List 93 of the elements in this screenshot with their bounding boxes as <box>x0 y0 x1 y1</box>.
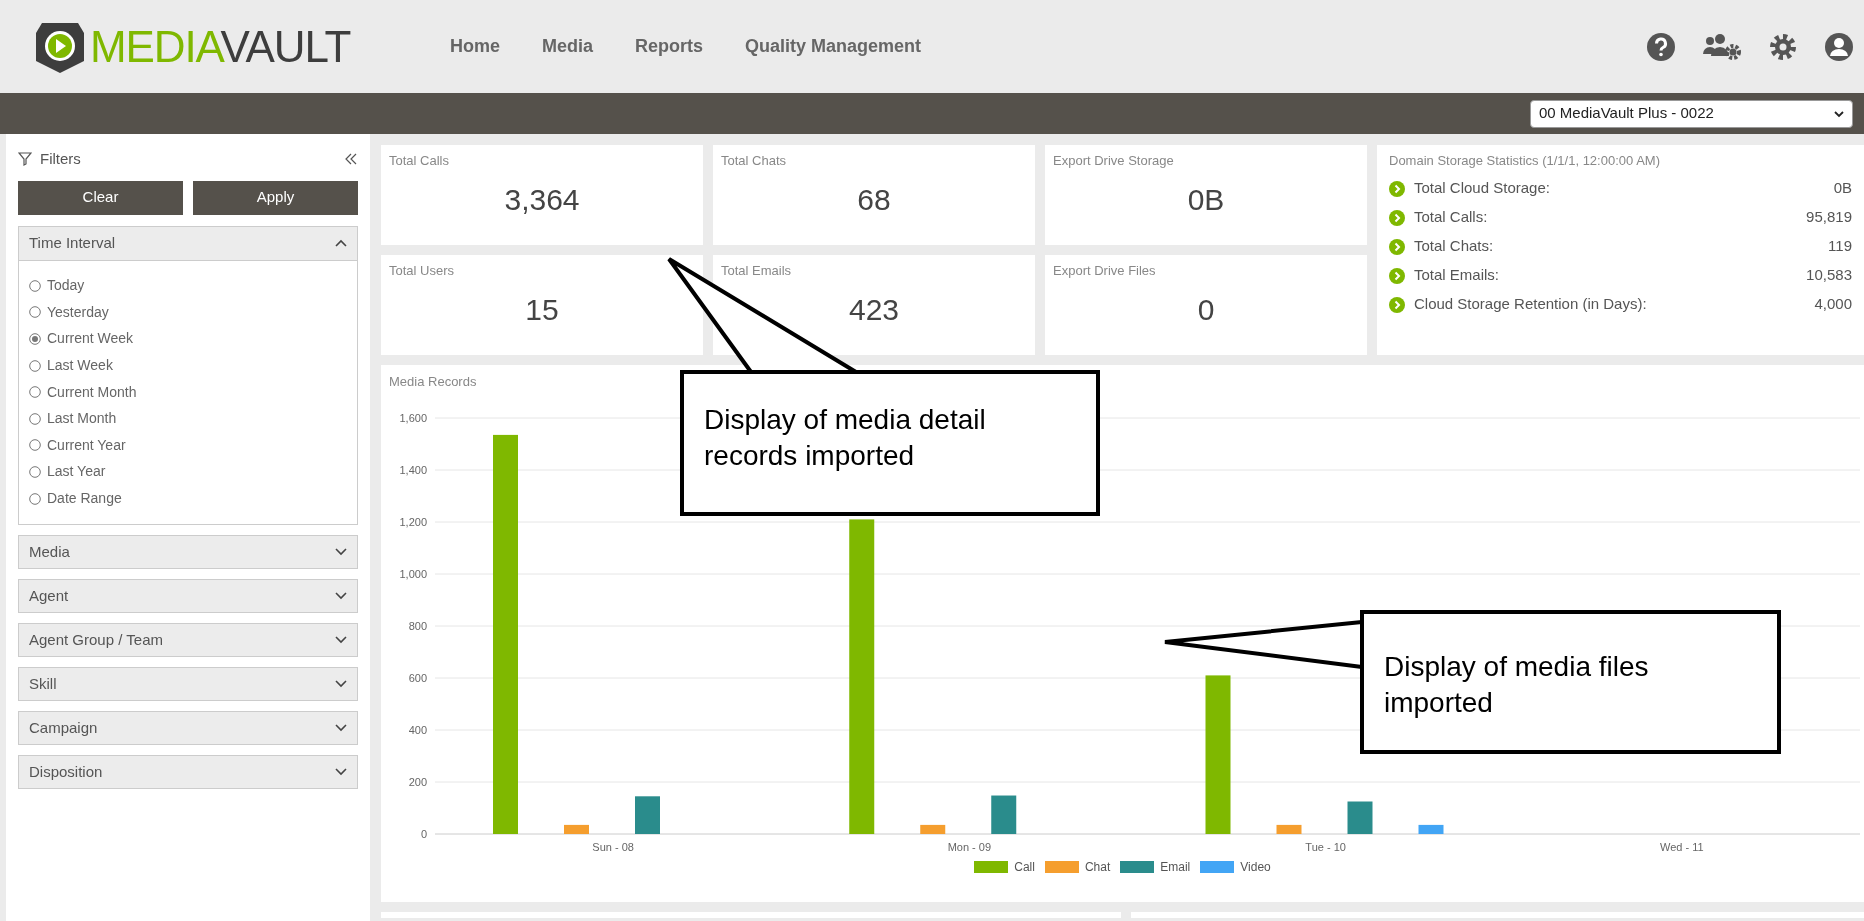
storage-label: Total Emails: <box>1414 265 1500 286</box>
axis-label: Sun - 08 <box>592 840 634 853</box>
filters-title: Filters <box>40 149 81 169</box>
callout-box: Display of media files imported <box>1360 610 1781 754</box>
accordion-header[interactable]: Skill <box>18 666 358 701</box>
accordion-header[interactable]: Disposition <box>18 754 358 789</box>
legend-label: Email <box>1160 858 1191 876</box>
chevron-bullet-icon <box>1389 209 1405 226</box>
stat-label: Total Calls <box>389 152 450 170</box>
chart-bar <box>991 795 1017 834</box>
storage-label: Total Chats: <box>1414 236 1494 257</box>
axis-label: Mon - 09 <box>947 840 992 853</box>
axis-label: 400 <box>408 723 427 736</box>
stat-value: 15 <box>524 291 560 328</box>
axis-label: Tue - 10 <box>1305 840 1346 853</box>
logo-text: MEDIAVAULT <box>90 24 351 69</box>
radio-option[interactable]: Yesterday <box>29 299 347 326</box>
help-icon[interactable] <box>1646 31 1676 62</box>
storage-label: Cloud Storage Retention (in Days): <box>1414 294 1647 315</box>
accordion-header[interactable]: Campaign <box>18 710 358 745</box>
axis-label: 1,600 <box>399 411 427 424</box>
legend-label: Chat <box>1084 858 1111 876</box>
stat-value: 3,364 <box>503 181 581 218</box>
legend-label: Video <box>1240 858 1271 876</box>
accordion-header[interactable]: Agent <box>18 578 358 613</box>
chevron-bullet-icon <box>1389 267 1405 284</box>
stat-label: Total Emails <box>721 262 793 280</box>
caret-icon <box>1834 109 1844 118</box>
settings-icon[interactable] <box>1768 31 1798 62</box>
radio-option[interactable]: Date Range <box>29 485 347 512</box>
chart-bar <box>635 795 660 834</box>
accordion-header[interactable]: Media <box>18 534 358 569</box>
axis-label: 600 <box>408 671 427 684</box>
radio-option[interactable]: Last Week <box>29 352 347 379</box>
chevron-down-icon <box>335 547 347 556</box>
axis-label: 1,000 <box>399 567 427 580</box>
radio-option[interactable]: Current Month <box>29 378 347 406</box>
users-gear-icon[interactable] <box>1702 31 1742 62</box>
axis-label: 0 <box>420 827 427 840</box>
radio-option[interactable]: Today <box>29 272 347 300</box>
chevron-down-icon <box>335 767 347 776</box>
nav-link[interactable]: Media <box>542 33 594 60</box>
user-account-icon[interactable] <box>1824 31 1854 62</box>
chart-bar <box>564 824 589 834</box>
axis-label: 200 <box>408 775 427 788</box>
filter-icon <box>18 152 32 167</box>
stat-value: 0B <box>1186 181 1226 218</box>
storage-title: Domain Storage Statistics (1/1/1, 12:00:00 AM) <box>1389 152 1661 170</box>
nav-link[interactable]: Quality Management <box>745 33 922 60</box>
storage-label: Total Cloud Storage: <box>1414 178 1550 199</box>
account-select[interactable]: 00 MediaVault Plus - 0022 <box>1530 99 1853 128</box>
radio-option[interactable]: Last Year <box>29 458 347 486</box>
axis-label: Wed - 11 <box>1660 840 1704 853</box>
chevron-up-icon <box>335 239 347 247</box>
axis-label: 1,400 <box>399 463 427 476</box>
storage-value: 95,819 <box>1806 207 1852 228</box>
chevron-bullet-icon <box>1389 238 1405 255</box>
chart-bar <box>920 824 946 834</box>
chart-bar <box>1276 824 1302 834</box>
storage-value: 4,000 <box>1814 294 1852 315</box>
storage-value: 0B <box>1833 178 1852 199</box>
chart-bar <box>1418 824 1444 834</box>
stat-label: Export Drive Files <box>1053 262 1157 280</box>
stat-value: 68 <box>856 181 892 218</box>
radio-option[interactable]: Current Year <box>29 432 347 459</box>
axis-label: 800 <box>408 619 427 632</box>
collapse-icon[interactable] <box>344 152 358 167</box>
legend-label: Call <box>1014 858 1035 876</box>
stat-label: Export Drive Storage <box>1053 152 1175 170</box>
storage-value: 10,583 <box>1806 265 1852 286</box>
radio-option[interactable]: Current Week <box>29 325 347 353</box>
chevron-down-icon <box>335 723 347 732</box>
stat-value: 0 <box>1196 291 1216 328</box>
chevron-bullet-icon <box>1389 296 1405 313</box>
stat-label: Total Users <box>389 262 456 280</box>
storage-value: 119 <box>1828 236 1852 257</box>
chart-bar <box>1347 801 1373 834</box>
chevron-down-icon <box>335 635 347 644</box>
filter-button[interactable]: Clear <box>18 180 183 215</box>
filter-button[interactable]: Apply <box>193 180 358 215</box>
chevron-down-icon <box>335 679 347 688</box>
chart-title: Media Records <box>388 373 478 391</box>
nav-link[interactable]: Home <box>450 33 500 60</box>
stat-value: 423 <box>847 291 901 328</box>
radio-option[interactable]: Last Month <box>29 405 347 433</box>
stat-label: Total Chats <box>721 152 788 170</box>
nav-link[interactable]: Reports <box>635 33 704 60</box>
chevron-bullet-icon <box>1389 180 1405 197</box>
axis-label: 1,200 <box>399 515 427 528</box>
chevron-down-icon <box>335 591 347 600</box>
accordion-header[interactable]: Agent Group / Team <box>18 622 358 657</box>
accordion-header[interactable]: Time Interval <box>19 226 357 261</box>
storage-label: Total Calls: <box>1414 207 1488 228</box>
